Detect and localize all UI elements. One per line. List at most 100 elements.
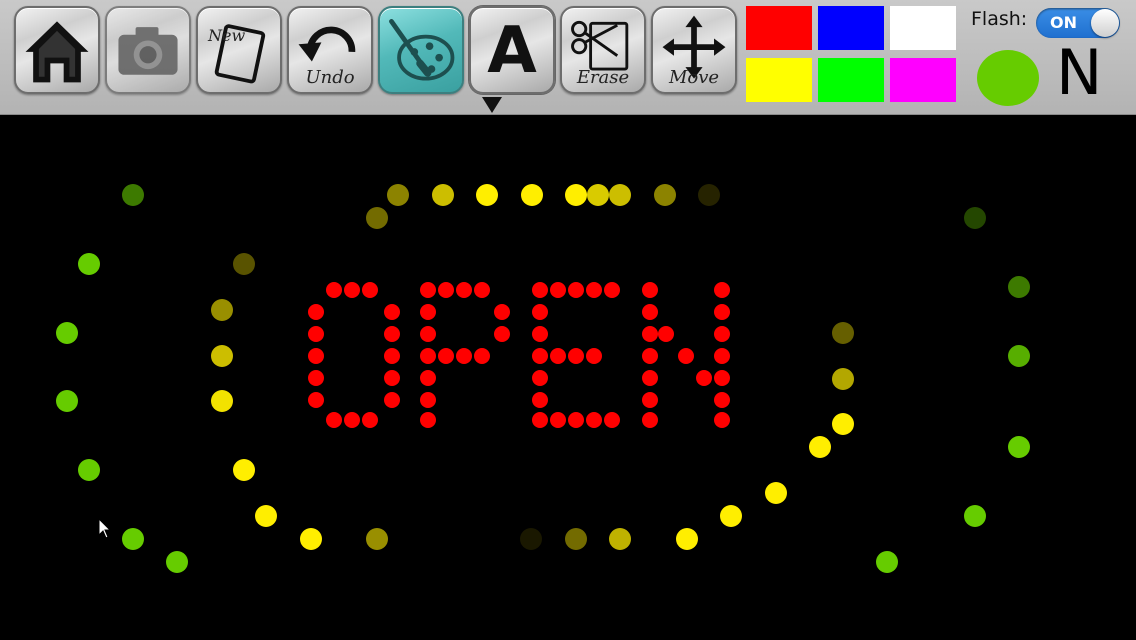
led-dot <box>211 299 233 321</box>
sign-text-led <box>308 304 324 320</box>
sign-text-led <box>474 348 490 364</box>
sign-text-led <box>494 304 510 320</box>
led-dot <box>366 528 388 550</box>
led-dot <box>233 253 255 275</box>
led-dot <box>720 505 742 527</box>
sign-text-led <box>568 348 584 364</box>
new-page-icon <box>214 24 266 84</box>
sign-text-led <box>714 348 730 364</box>
led-dot <box>832 368 854 390</box>
led-dot <box>387 184 409 206</box>
erase-label: Erase <box>576 67 630 88</box>
sign-text-led <box>456 348 472 364</box>
sign-text-led <box>362 412 378 428</box>
sign-text-led <box>532 412 548 428</box>
undo-button[interactable]: Undo <box>287 6 373 94</box>
new-label: New <box>208 26 246 45</box>
sign-text-led <box>604 412 620 428</box>
sign-text-led <box>714 326 730 342</box>
led-sign-canvas[interactable] <box>0 115 1136 640</box>
led-dot <box>1008 276 1030 298</box>
sign-text-led <box>604 282 620 298</box>
sign-text-led <box>532 348 548 364</box>
sign-text-led <box>384 392 400 408</box>
led-dot <box>876 551 898 573</box>
selected-tool-pointer <box>482 97 502 113</box>
sign-text-led <box>642 348 658 364</box>
led-dot <box>809 436 831 458</box>
swatch-yellow[interactable] <box>746 58 812 102</box>
sign-text-led <box>344 412 360 428</box>
led-dot <box>587 184 609 206</box>
sign-text-led <box>384 348 400 364</box>
sign-text-led <box>550 412 566 428</box>
led-dot <box>255 505 277 527</box>
camera-button[interactable] <box>105 6 191 94</box>
swatch-green[interactable] <box>818 58 884 102</box>
swatch-white[interactable] <box>890 6 956 50</box>
led-dot <box>1008 436 1030 458</box>
direction-letter: N <box>1056 36 1103 109</box>
sign-text-led <box>326 282 342 298</box>
sign-text-led <box>308 326 324 342</box>
sign-text-led <box>586 282 602 298</box>
flash-label: Flash: <box>971 8 1028 30</box>
sign-text-led <box>550 348 566 364</box>
led-dot <box>432 184 454 206</box>
swatch-red[interactable] <box>746 6 812 50</box>
sign-text-led <box>420 282 436 298</box>
led-dot <box>832 413 854 435</box>
paint-button[interactable] <box>378 6 464 94</box>
sign-text-led <box>714 282 730 298</box>
sign-text-led <box>532 282 548 298</box>
text-button[interactable]: A <box>469 6 555 94</box>
led-dot <box>166 551 188 573</box>
led-dot <box>211 390 233 412</box>
sign-text-led <box>714 412 730 428</box>
led-dot <box>1008 345 1030 367</box>
sign-text-led <box>714 370 730 386</box>
led-dot <box>366 207 388 229</box>
sign-text-led <box>642 282 658 298</box>
led-dot <box>521 184 543 206</box>
new-button[interactable]: New <box>196 6 282 94</box>
led-dot <box>56 390 78 412</box>
led-dot <box>78 253 100 275</box>
home-button[interactable] <box>14 6 100 94</box>
sign-text-led <box>456 282 472 298</box>
sign-text-led <box>642 304 658 320</box>
sign-text-led <box>420 392 436 408</box>
led-dot <box>520 528 542 550</box>
toolbar: New Undo A Erase Move Flash: ON N <box>0 0 1136 115</box>
current-color-indicator[interactable] <box>977 50 1039 106</box>
led-dot <box>964 207 986 229</box>
sign-text-led <box>642 326 658 342</box>
letter-a-icon: A <box>487 14 537 88</box>
sign-text-led <box>420 370 436 386</box>
flash-toggle[interactable]: ON <box>1036 8 1120 38</box>
led-dot <box>654 184 676 206</box>
mouse-cursor-icon <box>98 518 112 539</box>
sign-text-led <box>568 282 584 298</box>
led-dot <box>122 184 144 206</box>
sign-text-led <box>308 392 324 408</box>
sign-text-led <box>420 412 436 428</box>
led-dot <box>964 505 986 527</box>
erase-button[interactable]: Erase <box>560 6 646 94</box>
sign-text-led <box>308 348 324 364</box>
sign-text-led <box>714 392 730 408</box>
sign-text-led <box>658 326 674 342</box>
led-dot <box>698 184 720 206</box>
led-dot <box>122 528 144 550</box>
sign-text-led <box>384 304 400 320</box>
move-button[interactable]: Move <box>651 6 737 94</box>
sign-text-led <box>326 412 342 428</box>
swatch-magenta[interactable] <box>890 58 956 102</box>
sign-text-led <box>420 326 436 342</box>
sign-text-led <box>532 370 548 386</box>
led-dot <box>300 528 322 550</box>
swatch-blue[interactable] <box>818 6 884 50</box>
led-dot <box>832 322 854 344</box>
sign-text-led <box>678 348 694 364</box>
sign-text-led <box>420 304 436 320</box>
